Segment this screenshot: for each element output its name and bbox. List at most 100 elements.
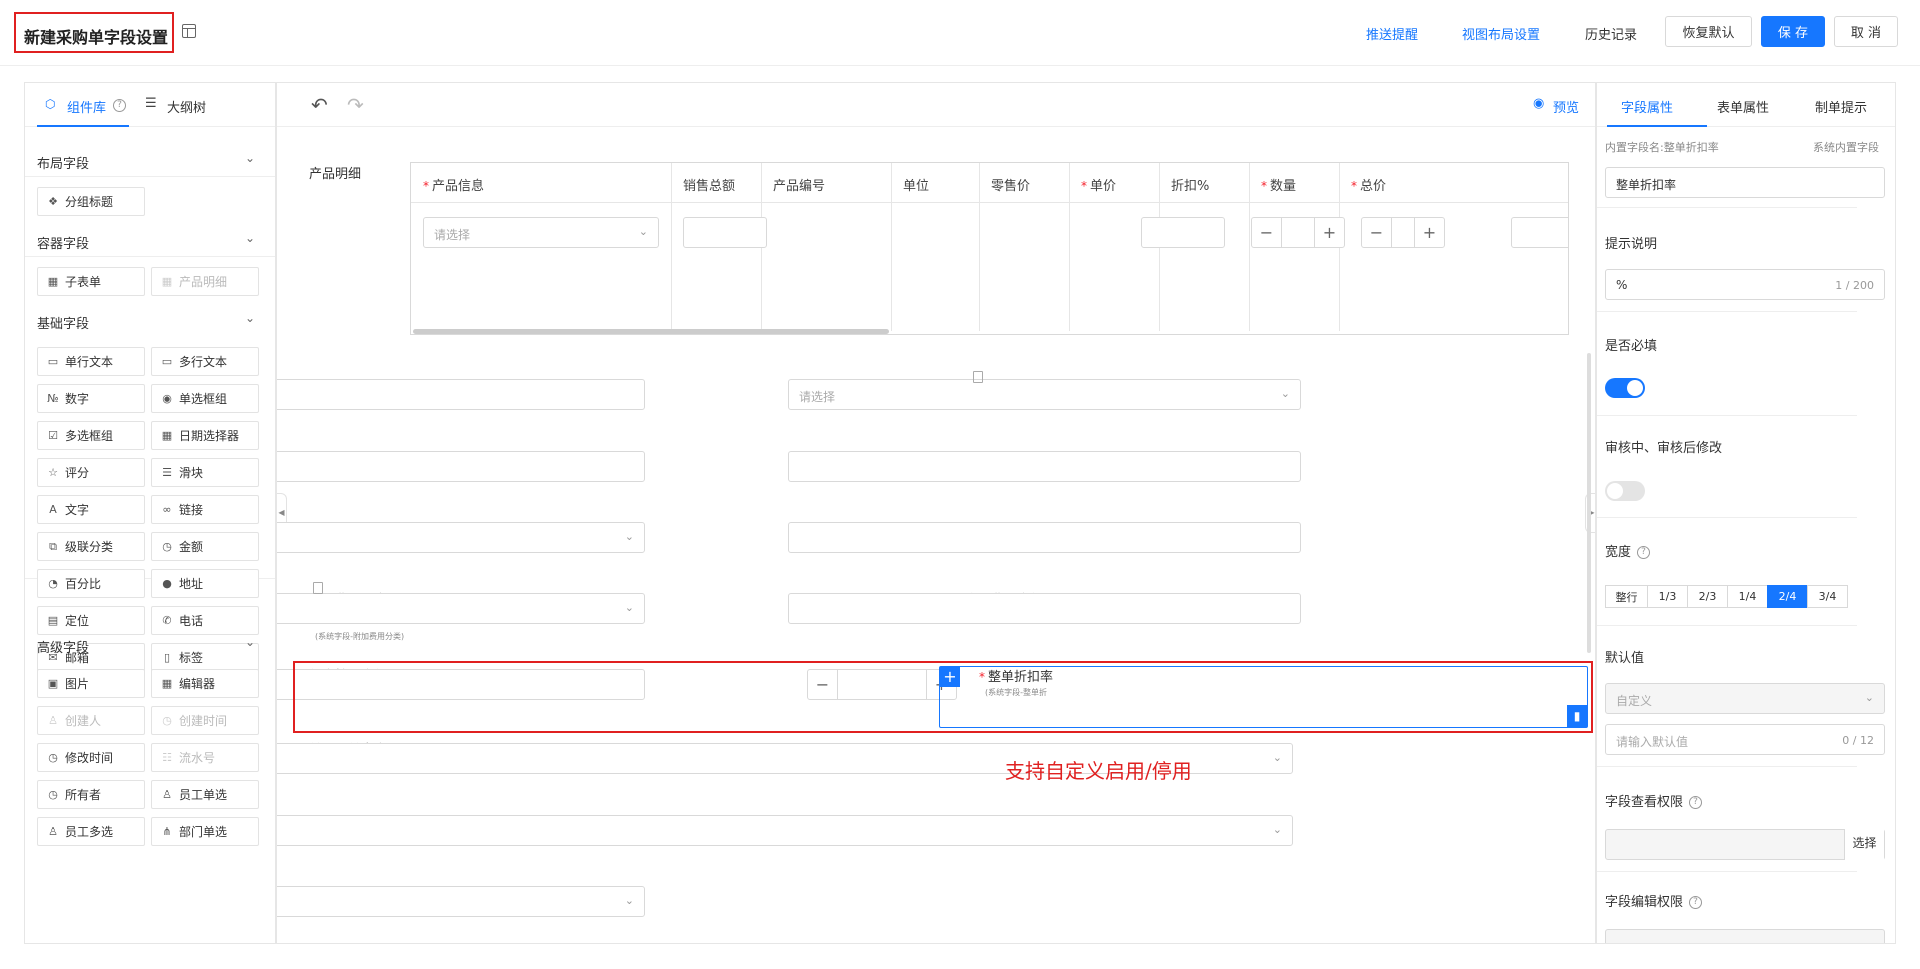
section-divider	[25, 176, 275, 177]
field-name-input[interactable]: 整单折扣率	[1605, 167, 1885, 198]
component-item[interactable]: ♙ 员工单选	[151, 780, 259, 809]
chevron-down-icon[interactable]: ⌄	[245, 635, 255, 649]
component-item[interactable]: ▣ 图片	[37, 669, 145, 698]
select-button[interactable]: 选择	[1844, 829, 1884, 860]
width-option[interactable]: 2/4	[1767, 585, 1808, 608]
clock-icon: ◷	[48, 788, 58, 801]
tab-form-properties[interactable]: 表单属性	[1717, 97, 1769, 116]
component-item[interactable]: ⋔ 部门单选	[151, 817, 259, 846]
component-item[interactable]: ◔ 百分比	[37, 569, 145, 598]
select-placeholder: 请选择	[434, 228, 471, 242]
chevron-down-icon[interactable]: ⌄	[245, 311, 255, 325]
width-option[interactable]: 1/3	[1647, 585, 1688, 608]
view-permission-input[interactable]: 选择	[1605, 829, 1885, 860]
cancel-button[interactable]: 取 消	[1834, 16, 1898, 47]
column-header-label: 销售总额	[683, 179, 736, 194]
history-link[interactable]: 历史记录	[1585, 24, 1637, 43]
component-item[interactable]: ☑ 多选框组	[37, 421, 145, 450]
width-option[interactable]: 整行	[1605, 585, 1648, 608]
component-item[interactable]: ▦ 子表单	[37, 267, 145, 296]
select-field[interactable]: 请选择⌄	[277, 593, 645, 624]
component-item[interactable]: ◷ 所有者	[37, 780, 145, 809]
total-price-input[interactable]	[1511, 217, 1568, 248]
audit-edit-toggle[interactable]	[1605, 481, 1645, 501]
column-header: 产品编号	[773, 175, 825, 194]
component-item[interactable]: ◉ 单选框组	[151, 384, 259, 413]
layout-icon[interactable]	[182, 24, 196, 38]
tab-outline-tree[interactable]: 大纲树	[167, 97, 206, 116]
component-item[interactable]: ☆ 评分	[37, 458, 145, 487]
component-item[interactable]: ✆ 电话	[151, 606, 259, 635]
select-field[interactable]: 请选择⌄	[277, 815, 1293, 846]
preview-button[interactable]: 预览	[1553, 97, 1579, 116]
sales-total-input[interactable]	[683, 217, 767, 248]
component-item[interactable]: ∞ 链接	[151, 495, 259, 524]
component-item[interactable]: ● 地址	[151, 569, 259, 598]
minus-button[interactable]: −	[1362, 218, 1392, 247]
hint-input[interactable]: % 1 / 200	[1605, 269, 1885, 300]
component-item[interactable]: № 数字	[37, 384, 145, 413]
table-scrollbar[interactable]	[413, 329, 889, 334]
view-layout-link[interactable]: 视图布局设置	[1462, 24, 1540, 43]
component-item[interactable]: A 文字	[37, 495, 145, 524]
required-toggle[interactable]	[1605, 378, 1645, 398]
hint-label: 提示说明	[1605, 237, 1658, 252]
component-item[interactable]: ⧉ 级联分类	[37, 532, 145, 561]
select-field[interactable]: 请选择⌄	[277, 886, 645, 917]
default-value-input[interactable]: 请输入默认值 0 / 12	[1605, 724, 1885, 755]
select-field[interactable]: 请选择⌄	[277, 522, 645, 553]
chevron-down-icon[interactable]: ⌄	[245, 231, 255, 245]
tab-field-properties[interactable]: 字段属性	[1621, 97, 1673, 116]
chevron-down-icon[interactable]: ⌄	[245, 151, 255, 165]
component-label: 图片	[65, 677, 90, 691]
quantity-stepper[interactable]: − +	[1361, 217, 1445, 248]
component-item[interactable]: ▯ 标签	[151, 643, 259, 672]
text-field[interactable]	[788, 522, 1301, 553]
component-item[interactable]: ▭ 多行文本	[151, 347, 259, 376]
component-item[interactable]: ◷ 金额	[151, 532, 259, 561]
component-item[interactable]: ❖ 分组标题	[37, 187, 145, 216]
select-field[interactable]: 请选择⌄	[788, 379, 1301, 410]
save-button[interactable]: 保 存	[1761, 16, 1825, 47]
chevron-down-icon: ⌄	[1272, 823, 1282, 836]
width-option[interactable]: 2/3	[1687, 585, 1728, 608]
tree-icon: ☰	[145, 96, 157, 111]
width-option[interactable]: 1/4	[1727, 585, 1768, 608]
width-option[interactable]: 3/4	[1807, 585, 1848, 608]
redo-icon[interactable]: ↷	[347, 93, 364, 117]
date-field[interactable]	[277, 451, 645, 482]
minus-button[interactable]: −	[1252, 218, 1282, 247]
default-type-select[interactable]: 自定义 ⌄	[1605, 683, 1885, 714]
column-header-label: 折扣%	[1171, 179, 1210, 194]
component-item[interactable]: ☰ 滑块	[151, 458, 259, 487]
undo-icon[interactable]: ↶	[311, 93, 328, 117]
discount-stepper[interactable]: − +	[1251, 217, 1345, 248]
text-field[interactable]	[788, 451, 1301, 482]
unit-price-input[interactable]	[1141, 217, 1225, 248]
component-item[interactable]: ▤ 定位	[37, 606, 145, 635]
component-item: ♙ 创建人	[37, 706, 145, 735]
tab-form-tips[interactable]: 制单提示	[1815, 97, 1867, 116]
view-permission-label: 字段查看权限?	[1605, 791, 1703, 810]
chevron-down-icon: ⌄	[1864, 691, 1874, 704]
tab-component-library[interactable]: 组件库	[67, 97, 106, 116]
plus-button[interactable]: +	[1314, 218, 1344, 247]
text-field[interactable]	[788, 593, 1301, 624]
product-info-select[interactable]: 请选择 ⌄	[423, 217, 659, 248]
builtin-field-type: 系统内置字段	[1813, 141, 1879, 154]
component-label: 文字	[65, 503, 90, 517]
component-item[interactable]: ▦ 编辑器	[151, 669, 259, 698]
component-item[interactable]: ♙ 员工多选	[37, 817, 145, 846]
edit-permission-input[interactable]	[1605, 929, 1885, 943]
component-item[interactable]: ◷ 修改时间	[37, 743, 145, 772]
restore-default-button[interactable]: 恢复默认	[1665, 16, 1752, 47]
component-item[interactable]: ▭ 单行文本	[37, 347, 145, 376]
product-detail-table[interactable]: * 产品信息 销售总额 产品编号 单位 零售价 * 单价 折扣% * 数量 * 总价 请选择 ⌄ − + − +	[410, 162, 1569, 335]
required-mark: *	[1081, 179, 1087, 193]
plus-button[interactable]: +	[1414, 218, 1444, 247]
component-label: 金额	[179, 540, 204, 554]
canvas-scrollbar[interactable]	[1587, 353, 1591, 653]
text-field[interactable]	[277, 379, 645, 410]
component-item[interactable]: ▦ 日期选择器	[151, 421, 259, 450]
push-reminder-link[interactable]: 推送提醒	[1366, 24, 1418, 43]
